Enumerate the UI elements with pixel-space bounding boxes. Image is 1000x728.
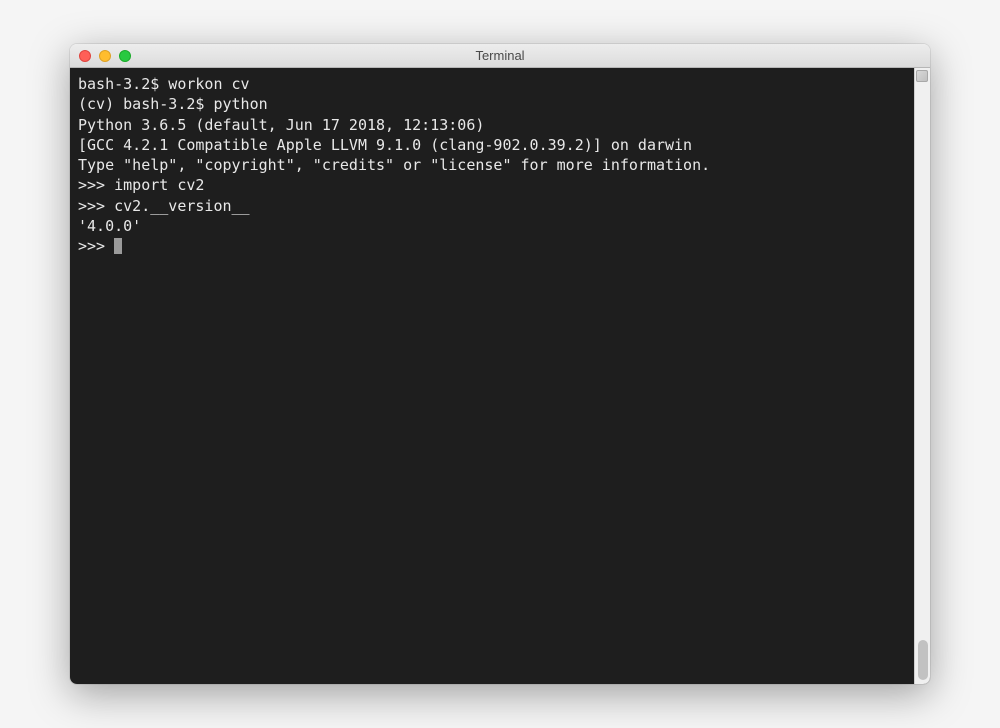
terminal-line: [GCC 4.2.1 Compatible Apple LLVM 9.1.0 (…: [78, 135, 906, 155]
terminal-content[interactable]: bash-3.2$ workon cv(cv) bash-3.2$ python…: [70, 68, 914, 684]
minimize-icon[interactable]: [99, 50, 111, 62]
window-controls: [70, 50, 131, 62]
maximize-icon[interactable]: [119, 50, 131, 62]
cursor-icon: [114, 238, 122, 254]
terminal-line: Python 3.6.5 (default, Jun 17 2018, 12:1…: [78, 115, 906, 135]
terminal-line: (cv) bash-3.2$ python: [78, 94, 906, 114]
terminal-line: >>> cv2.__version__: [78, 196, 906, 216]
terminal-body: bash-3.2$ workon cv(cv) bash-3.2$ python…: [70, 68, 930, 684]
window-title: Terminal: [70, 48, 930, 63]
terminal-line: >>> import cv2: [78, 175, 906, 195]
close-icon[interactable]: [79, 50, 91, 62]
terminal-line: '4.0.0': [78, 216, 906, 236]
terminal-line: Type "help", "copyright", "credits" or "…: [78, 155, 906, 175]
terminal-window: Terminal bash-3.2$ workon cv(cv) bash-3.…: [70, 44, 930, 684]
menu-icon[interactable]: [916, 70, 928, 82]
terminal-prompt-line: >>>: [78, 236, 906, 256]
scrollbar-thumb[interactable]: [918, 640, 928, 680]
scrollbar[interactable]: [914, 68, 930, 684]
prompt-text: >>>: [78, 237, 114, 255]
terminal-line: bash-3.2$ workon cv: [78, 74, 906, 94]
titlebar[interactable]: Terminal: [70, 44, 930, 68]
